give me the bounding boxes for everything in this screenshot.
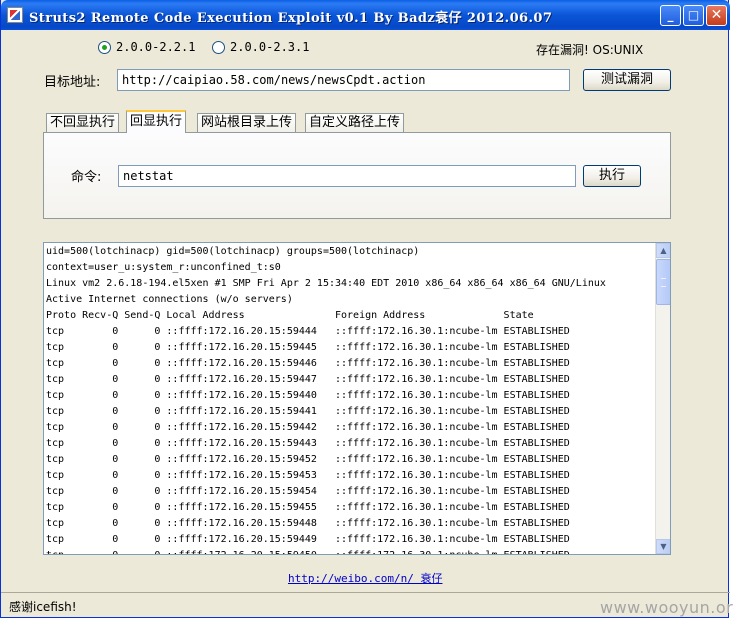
output-line: tcp 0 0 ::ffff:172.16.20.15:59452 ::ffff… <box>46 454 570 465</box>
target-url-input[interactable]: http://caipiao.58.com/news/newsCpdt.acti… <box>117 69 570 91</box>
tab-webroot-upload[interactable]: 网站根目录上传 <box>197 113 297 133</box>
window-title: Struts2 Remote Code Execution Exploit v0… <box>29 11 553 26</box>
version-radio-1[interactable] <box>98 41 111 54</box>
output-line: tcp 0 0 ::ffff:172.16.20.15:59454 ::ffff… <box>46 486 570 497</box>
weibo-link[interactable]: http://weibo.com/n/ 衰仔 <box>288 570 442 586</box>
output-line: tcp 0 0 ::ffff:172.16.20.15:59453 ::ffff… <box>46 470 570 481</box>
version-radio-2-label[interactable]: 2.0.0-2.3.1 <box>230 40 309 54</box>
maximize-button[interactable]: □ <box>683 5 704 26</box>
output-line: tcp 0 0 ::ffff:172.16.20.15:59448 ::ffff… <box>46 518 570 529</box>
scroll-up-arrow[interactable]: ▲ <box>656 243 670 258</box>
version-radio-1-label[interactable]: 2.0.0-2.2.1 <box>116 40 195 54</box>
tab-custom-path-upload[interactable]: 自定义路径上传 <box>305 113 405 133</box>
scroll-thumb[interactable] <box>656 259 670 305</box>
output-line: Linux vm2 2.6.18-194.el5xen #1 SMP Fri A… <box>46 278 606 289</box>
output-line: tcp 0 0 ::ffff:172.16.20.15:59449 ::ffff… <box>46 534 570 545</box>
execute-button[interactable]: 执行 <box>583 165 641 187</box>
output-line: tcp 0 0 ::ffff:172.16.20.15:59444 ::ffff… <box>46 326 570 337</box>
output-line: tcp 0 0 ::ffff:172.16.20.15:59446 ::ffff… <box>46 358 570 369</box>
scroll-down-arrow[interactable]: ▼ <box>656 539 670 554</box>
command-input[interactable]: netstat <box>118 165 576 187</box>
output-line: tcp 0 0 ::ffff:172.16.20.15:59443 ::ffff… <box>46 438 570 449</box>
output-line: tcp 0 0 ::ffff:172.16.20.15:59447 ::ffff… <box>46 374 570 385</box>
output-line: Active Internet connections (w/o servers… <box>46 294 293 305</box>
main-window: Struts2 Remote Code Execution Exploit v0… <box>0 0 730 618</box>
tab-no-echo-exec[interactable]: 不回显执行 <box>46 113 120 133</box>
output-line: context=user_u:system_r:unconfined_t:s0 <box>46 262 281 273</box>
status-bar-text: 感谢icefish! <box>9 600 77 614</box>
title-bar[interactable]: Struts2 Remote Code Execution Exploit v0… <box>1 0 730 30</box>
output-line: tcp 0 0 ::ffff:172.16.20.15:59455 ::ffff… <box>46 502 570 513</box>
output-line: tcp 0 0 ::ffff:172.16.20.15:59441 ::ffff… <box>46 406 570 417</box>
tab-panel: 命令: netstat 执行 <box>43 132 671 219</box>
close-button[interactable]: ✕ <box>706 5 727 26</box>
output-line: tcp 0 0 ::ffff:172.16.20.15:59440 ::ffff… <box>46 390 570 401</box>
output-lines: uid=500(lotchinacp) gid=500(lotchinacp) … <box>46 244 656 554</box>
minimize-button[interactable]: _ <box>660 5 681 26</box>
test-vuln-button[interactable]: 测试漏洞 <box>583 69 671 91</box>
output-textarea[interactable]: uid=500(lotchinacp) gid=500(lotchinacp) … <box>43 242 671 555</box>
target-label: 目标地址: <box>44 75 101 90</box>
app-icon <box>7 7 23 23</box>
output-line: tcp 0 0 ::ffff:172.16.20.15:59445 ::ffff… <box>46 342 570 353</box>
output-line: tcp 0 0 ::ffff:172.16.20.15:59442 ::ffff… <box>46 422 570 433</box>
command-label: 命令: <box>71 170 102 185</box>
watermark: www.wooyun.org <box>600 598 734 617</box>
output-line: tcp 0 0 ::ffff:172.16.20.15:59450 ::ffff… <box>46 548 656 554</box>
output-line: uid=500(lotchinacp) gid=500(lotchinacp) … <box>46 246 420 257</box>
vuln-status: 存在漏洞! OS:UNIX <box>536 43 644 57</box>
tab-echo-exec[interactable]: 回显执行 <box>126 110 187 133</box>
version-radio-2[interactable] <box>212 41 225 54</box>
output-line: Proto Recv-Q Send-Q Local Address Foreig… <box>46 310 534 321</box>
output-scrollbar[interactable]: ▲ ▼ <box>655 243 670 554</box>
